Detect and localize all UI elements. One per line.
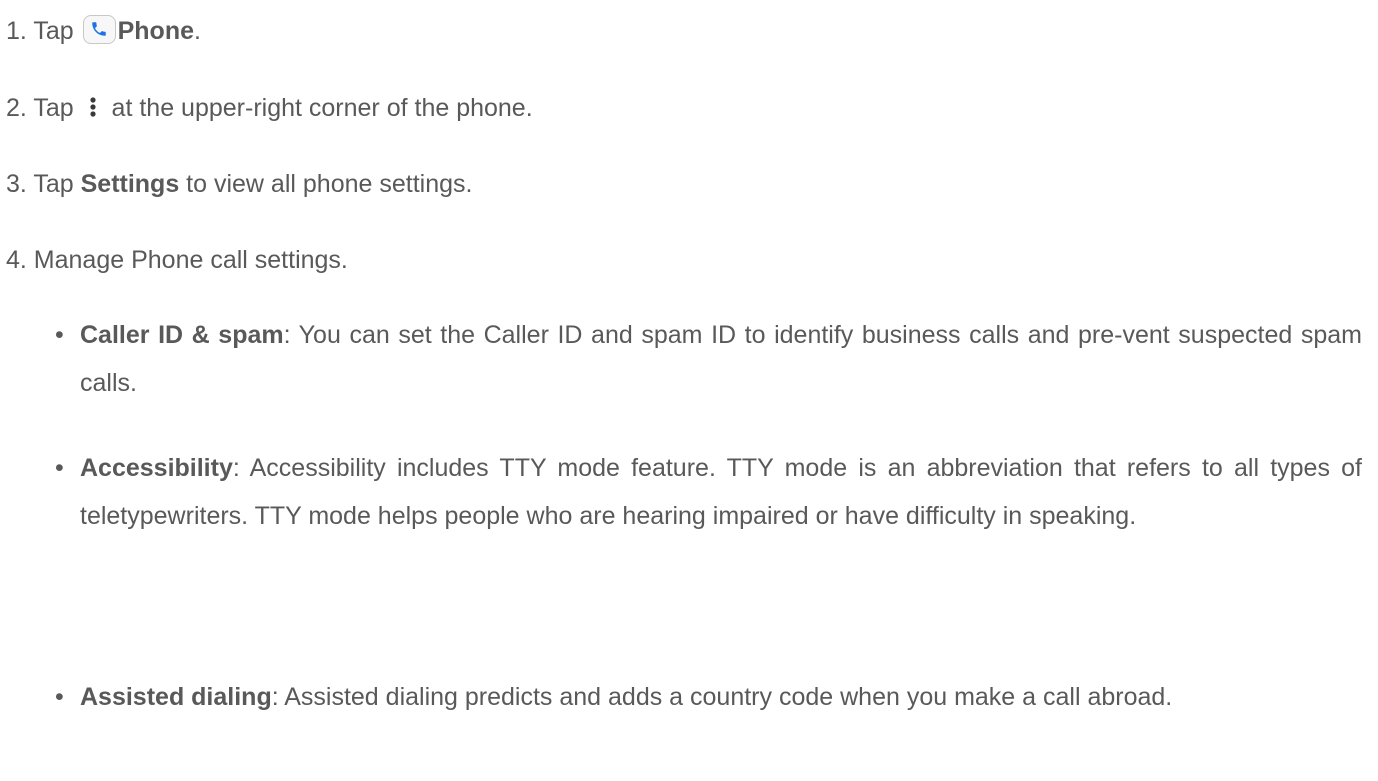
step-3-prefix: 3. Tap — [6, 170, 81, 198]
step-2-suffix: at the upper-right corner of the phone. — [104, 94, 533, 122]
bullet-caller-id-title: Caller ID & spam — [80, 321, 284, 349]
step-4: 4. Manage Phone call settings. — [6, 242, 348, 278]
step-1-bold: Phone — [117, 17, 195, 45]
bullet-marker: • — [55, 683, 64, 711]
step-1-prefix: 1. Tap — [6, 17, 81, 45]
instructions-page: 1. Tap Phone. 2. Tap at the upper-right … — [0, 0, 1378, 781]
step-3: 3. Tap Settings to view all phone settin… — [6, 166, 472, 202]
bullet-caller-id: • Caller ID & spam: You can set the Calle… — [55, 311, 1362, 407]
phone-app-icon — [82, 15, 116, 44]
bullet-assisted-dialing-title: Assisted dialing — [80, 683, 272, 711]
step-1-suffix: . — [194, 17, 201, 45]
bullet-accessibility-title: Accessibility — [80, 454, 233, 482]
bullet-accessibility: • Accessibility: Accessibility includes T… — [55, 444, 1362, 540]
step-2-prefix: 2. Tap — [6, 94, 81, 122]
bullet-marker: • — [55, 454, 64, 482]
step-4-text: 4. Manage Phone call settings. — [6, 246, 348, 274]
bullet-marker: • — [55, 321, 64, 349]
step-2: 2. Tap at the upper-right corner of the … — [6, 90, 533, 126]
bullet-assisted-dialing-text: : Assisted dialing predicts and adds a c… — [271, 683, 1173, 711]
step-3-bold: Settings — [80, 170, 180, 198]
bullet-assisted-dialing: • Assisted dialing: Assisted dialing pred… — [55, 673, 1362, 721]
more-vertical-icon — [87, 93, 99, 117]
bullet-accessibility-text: : Accessibility includes TTY mode featur… — [80, 454, 1362, 530]
step-3-suffix: to view all phone settings. — [179, 170, 473, 198]
step-1: 1. Tap Phone. — [6, 13, 201, 49]
